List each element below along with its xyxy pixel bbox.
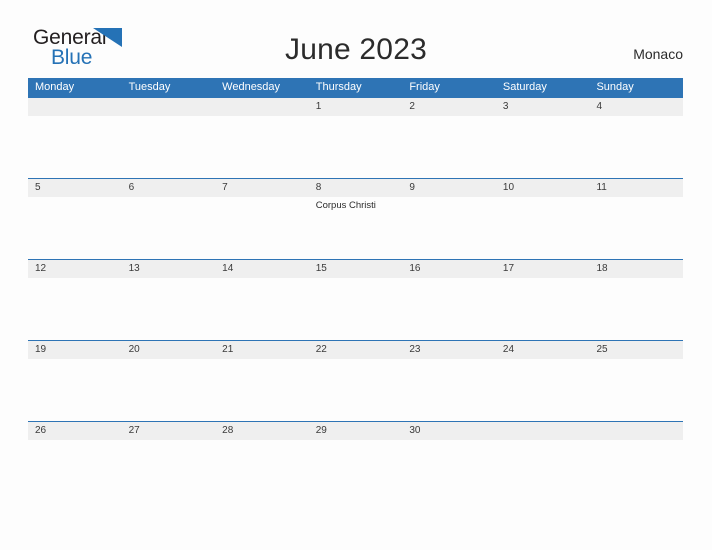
day-cell[interactable] <box>28 197 122 259</box>
day-cell[interactable] <box>122 116 216 178</box>
day-number[interactable]: 4 <box>589 98 683 116</box>
day-number[interactable]: 24 <box>496 341 590 359</box>
day-number[interactable]: 15 <box>309 260 403 278</box>
day-number[interactable]: 3 <box>496 98 590 116</box>
day-number[interactable]: 29 <box>309 422 403 440</box>
day-cell[interactable] <box>122 440 216 502</box>
day-cell[interactable] <box>122 278 216 340</box>
day-cell[interactable] <box>402 440 496 502</box>
weekday-header-saturday: Saturday <box>502 81 547 93</box>
day-number[interactable]: 13 <box>122 260 216 278</box>
day-number[interactable]: 28 <box>215 422 309 440</box>
day-number[interactable]: 21 <box>215 341 309 359</box>
day-number[interactable] <box>496 422 590 440</box>
day-number[interactable]: 14 <box>215 260 309 278</box>
calendar-week-row: 1 2 3 4 <box>28 97 683 178</box>
day-cell[interactable] <box>589 116 683 178</box>
day-cell[interactable] <box>402 359 496 421</box>
day-number[interactable]: 22 <box>309 341 403 359</box>
day-event-label: Corpus Christi <box>315 200 376 211</box>
day-cell[interactable] <box>496 278 590 340</box>
day-number[interactable]: 27 <box>122 422 216 440</box>
page-title: June 2023 <box>285 33 427 66</box>
day-cell[interactable] <box>28 116 122 178</box>
calendar-week-row: 5 6 7 8 9 10 11 Corpus Christi <box>28 178 683 259</box>
week-event-area: Corpus Christi <box>28 197 683 259</box>
weekday-header-monday: Monday <box>35 81 75 93</box>
day-number[interactable]: 30 <box>402 422 496 440</box>
weekday-header-tuesday: Tuesday <box>128 81 171 93</box>
calendar-week-row: 19 20 21 22 23 24 25 <box>28 340 683 421</box>
day-cell[interactable]: Corpus Christi <box>309 197 403 259</box>
week-daynumber-band: 12 13 14 15 16 17 18 <box>28 259 683 278</box>
day-cell[interactable] <box>215 197 309 259</box>
day-cell[interactable] <box>215 359 309 421</box>
week-event-area <box>28 359 683 421</box>
day-cell[interactable] <box>28 359 122 421</box>
day-number[interactable] <box>122 98 216 116</box>
day-cell[interactable] <box>589 359 683 421</box>
day-cell[interactable] <box>496 116 590 178</box>
day-number[interactable]: 26 <box>28 422 122 440</box>
week-event-area <box>28 278 683 340</box>
day-number[interactable] <box>589 422 683 440</box>
day-cell[interactable] <box>28 278 122 340</box>
week-event-area <box>28 116 683 178</box>
day-cell[interactable] <box>589 278 683 340</box>
day-cell[interactable] <box>589 197 683 259</box>
day-number[interactable]: 17 <box>496 260 590 278</box>
day-number[interactable]: 11 <box>589 179 683 197</box>
day-number[interactable]: 7 <box>215 179 309 197</box>
day-cell[interactable] <box>309 440 403 502</box>
day-number[interactable]: 20 <box>122 341 216 359</box>
weekday-header-row: Monday Tuesday Wednesday Thursday Friday… <box>28 78 683 97</box>
day-number[interactable]: 16 <box>402 260 496 278</box>
day-number[interactable]: 10 <box>496 179 590 197</box>
day-cell[interactable] <box>496 359 590 421</box>
weekday-header-friday: Friday <box>409 81 440 93</box>
day-number[interactable]: 23 <box>402 341 496 359</box>
day-number[interactable]: 9 <box>402 179 496 197</box>
week-daynumber-band: 5 6 7 8 9 10 11 <box>28 178 683 197</box>
day-number[interactable]: 2 <box>402 98 496 116</box>
day-cell[interactable] <box>309 278 403 340</box>
weekday-header-sunday: Sunday <box>596 81 634 93</box>
day-number[interactable]: 5 <box>28 179 122 197</box>
week-daynumber-band: 26 27 28 29 30 <box>28 421 683 440</box>
day-cell[interactable] <box>215 116 309 178</box>
day-cell[interactable] <box>309 359 403 421</box>
day-cell[interactable] <box>589 440 683 502</box>
day-number[interactable]: 19 <box>28 341 122 359</box>
day-cell[interactable] <box>402 197 496 259</box>
day-number[interactable] <box>215 98 309 116</box>
calendar-grid: Monday Tuesday Wednesday Thursday Friday… <box>28 78 683 502</box>
day-cell[interactable] <box>122 359 216 421</box>
day-cell[interactable] <box>28 440 122 502</box>
day-cell[interactable] <box>122 197 216 259</box>
day-number[interactable]: 6 <box>122 179 216 197</box>
day-cell[interactable] <box>402 116 496 178</box>
day-number[interactable] <box>28 98 122 116</box>
day-cell[interactable] <box>215 278 309 340</box>
day-number[interactable]: 8 <box>309 179 403 197</box>
calendar-page: General Blue June 2023 Monaco Monday Tue… <box>0 0 712 550</box>
day-cell[interactable] <box>402 278 496 340</box>
day-cell[interactable] <box>309 116 403 178</box>
day-number[interactable]: 18 <box>589 260 683 278</box>
week-event-area <box>28 440 683 502</box>
page-header: General Blue June 2023 Monaco <box>0 0 712 78</box>
week-daynumber-band: 1 2 3 4 <box>28 97 683 116</box>
day-number[interactable]: 25 <box>589 341 683 359</box>
day-cell[interactable] <box>496 440 590 502</box>
day-number[interactable]: 12 <box>28 260 122 278</box>
calendar-week-row: 12 13 14 15 16 17 18 <box>28 259 683 340</box>
day-number[interactable]: 1 <box>309 98 403 116</box>
day-cell[interactable] <box>496 197 590 259</box>
day-cell[interactable] <box>215 440 309 502</box>
country-label: Monaco <box>633 46 683 62</box>
week-daynumber-band: 19 20 21 22 23 24 25 <box>28 340 683 359</box>
calendar-week-row: 26 27 28 29 30 <box>28 421 683 502</box>
weekday-header-wednesday: Wednesday <box>222 81 281 93</box>
weekday-header-thursday: Thursday <box>315 81 362 93</box>
